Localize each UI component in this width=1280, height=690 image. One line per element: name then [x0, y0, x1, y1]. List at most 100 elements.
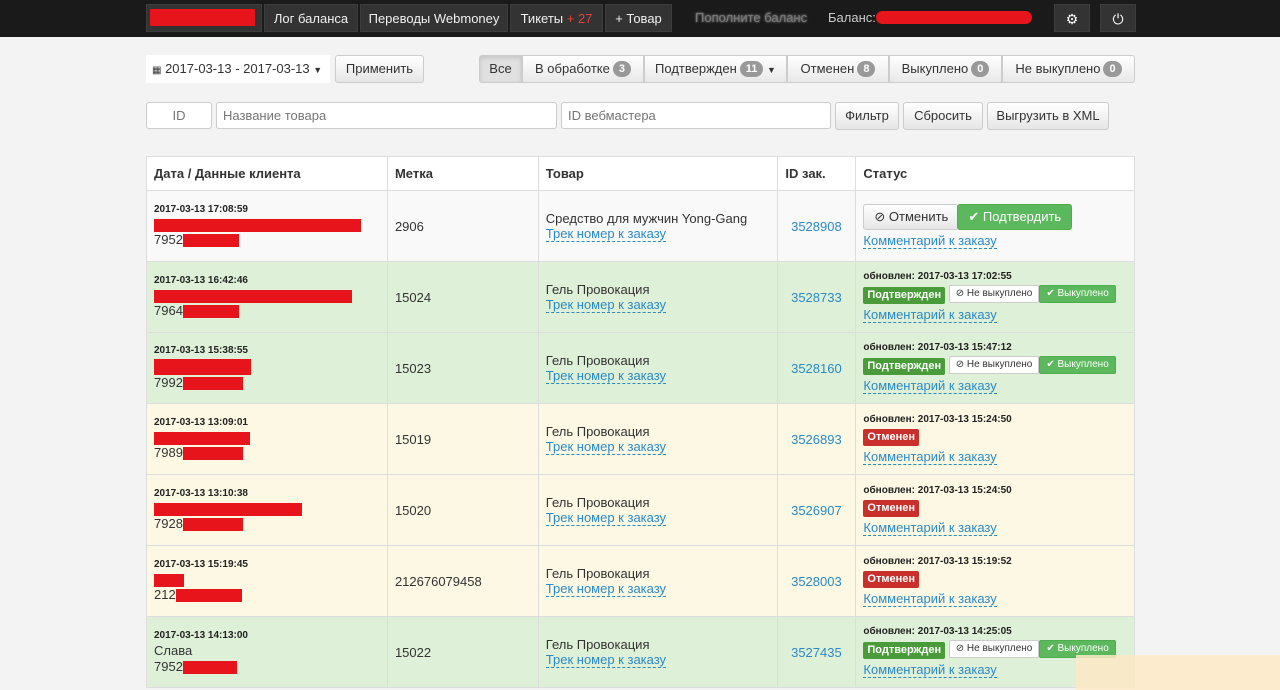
bought-button[interactable]: ✔ Выкуплено	[1039, 285, 1116, 304]
table-header-row: Дата / Данные клиента Метка Товар ID зак…	[146, 156, 1135, 191]
confirm-order-button[interactable]: ✔ Подтвердить	[957, 203, 1073, 230]
order-comment-link[interactable]: Комментарий к заказу	[863, 378, 997, 394]
track-number-link[interactable]: Трек номер к заказу	[545, 581, 667, 597]
client-cell: 2017-03-13 13:10:38 7928	[146, 474, 388, 546]
table-row: 2017-03-13 16:42:46 7964 15024 Гель Пров…	[146, 261, 1135, 333]
cancel-label: Отменить	[888, 208, 949, 224]
bought-button[interactable]: ✔ Выкуплено	[1039, 356, 1116, 375]
order-comment-link[interactable]: Комментарий к заказу	[863, 449, 997, 465]
check-icon: ✔	[1046, 643, 1055, 655]
order-id-link[interactable]: 3528733	[785, 290, 855, 305]
filter-button[interactable]: Фильтр	[835, 102, 899, 130]
order-comment-link[interactable]: Комментарий к заказу	[863, 307, 997, 323]
order-id-link[interactable]: 3527435	[785, 645, 855, 660]
order-id-cell: 3528160	[777, 332, 857, 404]
redacted-client-name	[154, 219, 361, 233]
order-id-link[interactable]: 3528908	[785, 219, 855, 234]
tab-count: 11	[739, 61, 764, 77]
not-bought-button[interactable]: ⊘ Не выкуплено	[948, 640, 1040, 659]
client-phone: 7952	[154, 232, 183, 248]
redacted-phone	[182, 518, 243, 532]
redacted-client-name	[154, 290, 352, 304]
product-name: Гель Провокация	[545, 494, 650, 510]
tab-count: 0	[971, 61, 990, 77]
id-input[interactable]	[146, 102, 212, 129]
calendar-icon: ▦	[152, 65, 162, 76]
date-range-picker[interactable]: ▦ 2017-03-13 - 2017-03-13 ▼	[146, 55, 330, 83]
updated-at: обновлен: 2017-03-13 15:24:50	[863, 413, 1012, 425]
product-cell: Гель Провокация Трек номер к заказу	[537, 261, 779, 333]
client-cell: 2017-03-13 16:42:46 7964	[146, 261, 388, 333]
col-header-product[interactable]: Товар	[537, 156, 779, 191]
not-bought-label: Не выкуплено	[966, 359, 1033, 371]
topup-link[interactable]: Пополните баланс	[695, 4, 807, 32]
order-comment-link[interactable]: Комментарий к заказу	[863, 662, 997, 678]
not-bought-button[interactable]: ⊘ Не выкуплено	[948, 285, 1040, 304]
track-number-link[interactable]: Трек номер к заказу	[545, 226, 667, 242]
status-cell: обновлен: 2017-03-13 17:02:55 Подтвержде…	[855, 261, 1135, 333]
product-cell: Гель Провокация Трек номер к заказу	[537, 474, 779, 546]
not-bought-button[interactable]: ⊘ Не выкуплено	[948, 356, 1040, 375]
order-comment-link[interactable]: Комментарий к заказу	[863, 233, 997, 249]
order-id-link[interactable]: 3526907	[785, 503, 855, 518]
orders-table: Дата / Данные клиента Метка Товар ID зак…	[146, 156, 1135, 688]
settings-button[interactable]: ⚙	[1054, 4, 1090, 32]
tab-processing[interactable]: В обработке 3	[522, 55, 644, 83]
webmaster-id-input[interactable]	[561, 102, 831, 129]
top-navbar: Лог баланса Переводы Webmoney Тикеты + 2…	[0, 0, 1280, 37]
redacted-client-name	[154, 574, 184, 588]
client-phone: 212	[154, 587, 176, 603]
order-comment-link[interactable]: Комментарий к заказу	[863, 520, 997, 536]
tab-cancelled[interactable]: Отменен 8	[787, 55, 889, 83]
client-phone: 7928	[154, 516, 183, 532]
export-xml-button[interactable]: Выгрузить в XML	[987, 102, 1109, 130]
status-cell: ⊘ Отменить ✔ Подтвердить Комментарий к за…	[855, 190, 1135, 262]
table-row: 2017-03-13 15:38:55 7992 15023 Гель Пров…	[146, 332, 1135, 404]
client-cell: 2017-03-13 15:19:45 212	[146, 545, 388, 617]
client-phone: 7992	[154, 374, 183, 390]
redacted-phone	[182, 234, 239, 248]
order-id-link[interactable]: 3528160	[785, 361, 855, 376]
status-cell: обновлен: 2017-03-13 15:19:52 Отменен Ко…	[855, 545, 1135, 617]
order-comment-link[interactable]: Комментарий к заказу	[863, 591, 997, 607]
redacted-phone	[182, 305, 239, 319]
status-cell: обновлен: 2017-03-13 15:24:50 Отменен Ко…	[855, 403, 1135, 475]
track-number-link[interactable]: Трек номер к заказу	[545, 368, 667, 384]
col-header-status[interactable]: Статус	[855, 156, 1135, 191]
product-cell: Гель Провокация Трек номер к заказу	[537, 332, 779, 404]
client-phone: 7952	[154, 658, 183, 674]
add-product-button[interactable]: + Товар	[605, 4, 672, 32]
table-row: 2017-03-13 14:13:00 Слава 7952 15022 Гел…	[146, 616, 1135, 688]
order-id-link[interactable]: 3526893	[785, 432, 855, 447]
track-number-link[interactable]: Трек номер к заказу	[545, 297, 667, 313]
order-id-cell: 3528003	[777, 545, 857, 617]
ban-icon: ⊘	[874, 208, 886, 224]
product-cell: Гель Провокация Трек номер к заказу	[537, 403, 779, 475]
col-header-date[interactable]: Дата / Данные клиента	[146, 156, 388, 191]
col-header-order-id[interactable]: ID зак.	[777, 156, 857, 191]
tab-confirmed[interactable]: Подтвержден 11 ▼	[644, 55, 787, 83]
balance-log-link[interactable]: Лог баланса	[264, 4, 358, 32]
tab-bought[interactable]: Выкуплено 0	[889, 55, 1002, 83]
track-number-link[interactable]: Трек номер к заказу	[545, 439, 667, 455]
order-id-link[interactable]: 3528003	[785, 574, 855, 589]
reset-button[interactable]: Сбросить	[903, 102, 983, 130]
col-header-mark[interactable]: Метка	[386, 156, 539, 191]
logout-button[interactable]: ⏻	[1100, 4, 1136, 32]
client-phone: 7964	[154, 303, 183, 319]
webmoney-link[interactable]: Переводы Webmoney	[360, 4, 508, 32]
track-number-link[interactable]: Трек номер к заказу	[545, 510, 667, 526]
cancel-order-button[interactable]: ⊘ Отменить	[863, 203, 960, 230]
order-date: 2017-03-13 13:09:01	[154, 416, 248, 428]
redacted-phone	[182, 376, 243, 390]
tab-label: Подтвержден	[655, 61, 737, 76]
product-name-input[interactable]	[216, 102, 557, 129]
apply-button[interactable]: Применить	[335, 55, 424, 83]
tab-not-bought[interactable]: Не выкуплено 0	[1002, 55, 1135, 83]
tab-all[interactable]: Все	[479, 55, 522, 83]
bought-label: Выкуплено	[1057, 359, 1109, 371]
updated-at: обновлен: 2017-03-13 15:19:52	[863, 555, 1012, 567]
tickets-link[interactable]: Тикеты + 27	[510, 4, 603, 32]
track-number-link[interactable]: Трек номер к заказу	[545, 652, 667, 668]
gear-icon: ⚙	[1065, 11, 1079, 27]
